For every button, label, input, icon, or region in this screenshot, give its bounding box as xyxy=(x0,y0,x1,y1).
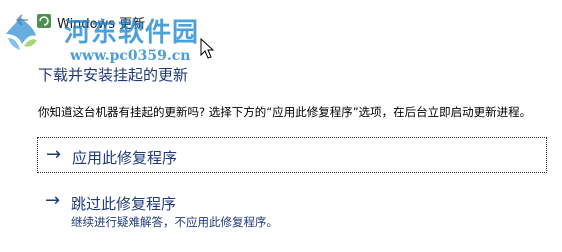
watermark-logo-icon xyxy=(6,17,37,50)
troubleshooter-window: Windows 更新 河东软件园 www.pc0359.cn 下载并安装挂起的更… xyxy=(0,0,562,252)
watermark-site-url: www.pc0359.cn xyxy=(70,48,191,64)
page-heading: 下载并安装挂起的更新 xyxy=(38,66,189,84)
description-text: 你知道这台机器有挂起的更新吗? 选择下方的“应用此修复程序”选项，在后台立即启动… xyxy=(38,105,532,119)
apply-fix-label: 应用此修复程序 xyxy=(72,149,178,167)
skip-fix-label: 跳过此修复程序 xyxy=(71,195,177,213)
arrow-right-icon: → xyxy=(46,144,62,165)
skip-fix-option[interactable]: → 跳过此修复程序 继续进行疑难解答，不应用此修复程序。 xyxy=(37,185,547,237)
skip-fix-sublabel: 继续进行疑难解答，不应用此修复程序。 xyxy=(71,215,278,229)
watermark-site-name: 河东软件园 xyxy=(64,18,200,48)
apply-fix-option[interactable]: → 应用此修复程序 xyxy=(37,137,547,173)
arrow-right-icon: → xyxy=(45,190,61,211)
mouse-cursor-icon xyxy=(200,38,215,59)
